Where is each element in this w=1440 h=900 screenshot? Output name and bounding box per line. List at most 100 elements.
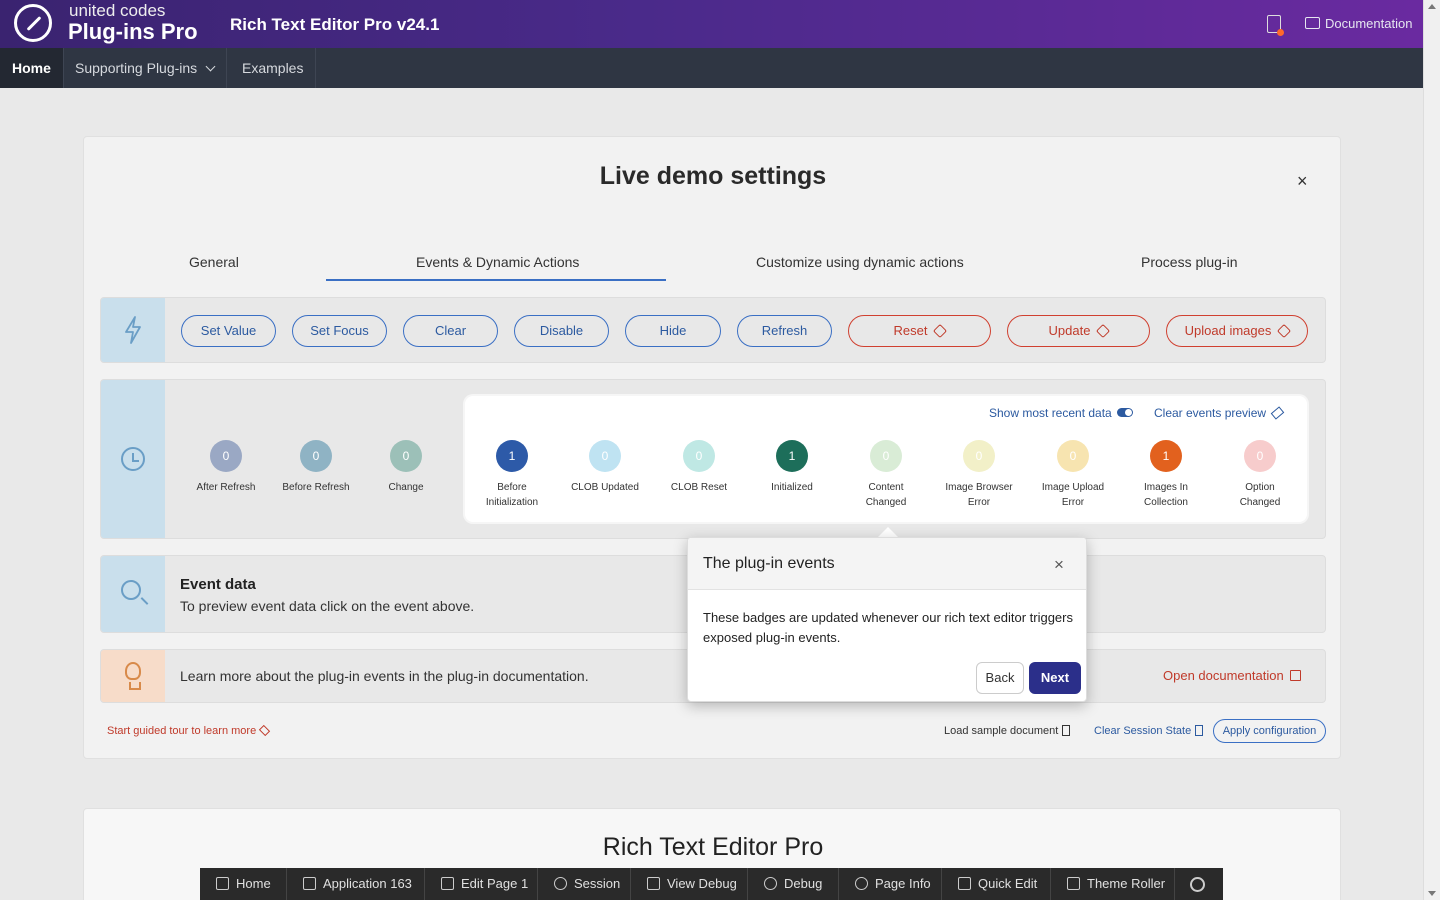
nav-examples[interactable]: Examples (230, 48, 317, 88)
clipboard-notification-icon[interactable] (1267, 15, 1284, 36)
card-title: Live demo settings (599, 162, 827, 190)
event-badge[interactable]: 0 Image Upload Error (1028, 440, 1118, 510)
show-recent-toggle[interactable]: Show most recent data (989, 406, 1133, 420)
tab-general[interactable]: General (189, 253, 239, 271)
clear-session-link[interactable]: Clear Session State (1094, 725, 1204, 737)
badge-label-line: Changed (1239, 497, 1281, 508)
dev-edit-page-label: Edit Page 1 (461, 876, 529, 891)
popover-body: These badges are updated whenever our ri… (703, 610, 1073, 645)
badge-label: Image Upload Error (1028, 480, 1118, 510)
badge-label: Option Changed (1215, 480, 1305, 510)
dev-theme-roller[interactable]: Theme Roller (1051, 868, 1175, 900)
developer-toolbar: Home Application 163 Edit Page 1 Session… (200, 868, 1223, 900)
toggle-switch-icon[interactable] (1116, 408, 1133, 417)
next-button[interactable]: Next (1029, 662, 1081, 694)
scroll-down-icon[interactable] (1428, 891, 1436, 896)
clear-button[interactable]: Clear (403, 315, 498, 347)
edit-icon (303, 877, 316, 890)
tab-events-dynamic-actions[interactable]: Events & Dynamic Actions (416, 253, 579, 271)
nav-home[interactable]: Home (0, 48, 64, 88)
guided-tour-link[interactable]: Start guided tour to learn more (107, 724, 271, 737)
documentation-link[interactable]: Documentation (1305, 16, 1412, 32)
events-side (101, 380, 165, 538)
dev-debug[interactable]: Debug (748, 868, 839, 900)
upload-images-label: Upload images (1184, 323, 1272, 338)
badge-count: 0 (870, 440, 902, 472)
badge-change[interactable]: 0 Change (361, 440, 451, 495)
event-badge[interactable]: 0 CLOB Updated (560, 440, 650, 495)
badge-label-line: Images In (1144, 482, 1188, 493)
badge-label-line: Content (868, 482, 904, 493)
event-badge[interactable]: 1 Initialized (747, 440, 837, 495)
badge-count: 0 (963, 440, 995, 472)
lightning-icon (125, 316, 141, 344)
event-data-title: Event data (180, 576, 256, 593)
gear-icon[interactable] (1190, 877, 1205, 892)
badge-label-line: Error (967, 497, 991, 508)
clear-preview-label: Clear events preview (1154, 406, 1267, 420)
active-tab-indicator (326, 279, 666, 281)
card-title: Rich Text Editor Pro (602, 833, 824, 861)
tab-process-plugin[interactable]: Process plug-in (1141, 253, 1238, 271)
document-icon (1062, 725, 1071, 736)
event-data-side (101, 556, 165, 632)
dev-session[interactable]: Session (538, 868, 631, 900)
nav-supporting-plugins[interactable]: Supporting Plug-ins (63, 48, 228, 88)
documentation-label: Documentation (1325, 16, 1413, 31)
update-button[interactable]: Update (1007, 315, 1150, 347)
back-button[interactable]: Back (976, 662, 1024, 694)
badge-count: 1 (1150, 440, 1182, 472)
badge-label-line: Initialization (485, 497, 539, 508)
badge-count: 0 (390, 440, 422, 472)
tab-customize-dynamic-actions[interactable]: Customize using dynamic actions (756, 253, 964, 271)
badge-after-refresh[interactable]: 0 After Refresh (181, 440, 271, 495)
clear-events-preview-link[interactable]: Clear events preview (1154, 406, 1285, 420)
set-focus-button[interactable]: Set Focus (292, 315, 387, 347)
edit-icon (441, 877, 454, 890)
event-badge[interactable]: 0 Image Browser Error (934, 440, 1024, 510)
dev-debug-label: Debug (784, 876, 823, 891)
badge-label-line: Initialized (771, 482, 813, 493)
badge-label: CLOB Reset (654, 480, 744, 495)
badge-label: CLOB Updated (560, 480, 650, 495)
page-scrollbar[interactable] (1423, 0, 1440, 900)
close-icon[interactable]: × (1297, 172, 1308, 190)
badge-before-refresh[interactable]: 0 Before Refresh (271, 440, 361, 495)
united-codes-logo-icon[interactable] (14, 4, 52, 42)
brand-name[interactable]: Plug-ins Pro (68, 19, 198, 45)
dev-view-debug-label: View Debug (667, 876, 737, 891)
event-badge[interactable]: 0 Content Changed (841, 440, 931, 510)
badge-count: 1 (776, 440, 808, 472)
dev-view-debug[interactable]: View Debug (631, 868, 748, 900)
nav-supporting-label: Supporting Plug-ins (75, 60, 198, 76)
upload-images-button[interactable]: Upload images (1166, 315, 1308, 347)
popover-header: The plug-in events × (688, 538, 1086, 590)
event-badge[interactable]: 1 Before Initialization (467, 440, 557, 510)
dev-home-label: Home (236, 876, 271, 891)
load-sample-label: Load sample document (944, 725, 1059, 737)
badge-label: Before Initialization (467, 480, 557, 510)
event-badge[interactable]: 0 CLOB Reset (654, 440, 744, 495)
load-sample-link[interactable]: Load sample document (944, 725, 1071, 737)
dev-page-info[interactable]: Page Info (839, 868, 942, 900)
scroll-up-icon[interactable] (1428, 4, 1436, 9)
refresh-button[interactable]: Refresh (737, 315, 832, 347)
reset-button[interactable]: Reset (848, 315, 991, 347)
event-badge[interactable]: 1 Images In Collection (1121, 440, 1211, 510)
event-badge[interactable]: 0 Option Changed (1215, 440, 1305, 510)
badge-label-line: CLOB Reset (670, 482, 728, 493)
disable-button[interactable]: Disable (514, 315, 609, 347)
home-icon (216, 877, 229, 890)
set-value-button[interactable]: Set Value (181, 315, 276, 347)
open-documentation-link[interactable]: Open documentation (1163, 668, 1301, 683)
apply-configuration-button[interactable]: Apply configuration (1213, 719, 1326, 743)
dev-quick-edit[interactable]: Quick Edit (942, 868, 1051, 900)
eraser-icon (1195, 725, 1204, 736)
dev-edit-page[interactable]: Edit Page 1 (425, 868, 538, 900)
badge-label: Before Refresh (282, 482, 350, 493)
badge-label-line: Image Browser (945, 482, 1013, 493)
dev-home[interactable]: Home (200, 868, 287, 900)
dev-application[interactable]: Application 163 (287, 868, 425, 900)
hide-button[interactable]: Hide (625, 315, 721, 347)
close-icon[interactable]: × (1054, 556, 1064, 573)
